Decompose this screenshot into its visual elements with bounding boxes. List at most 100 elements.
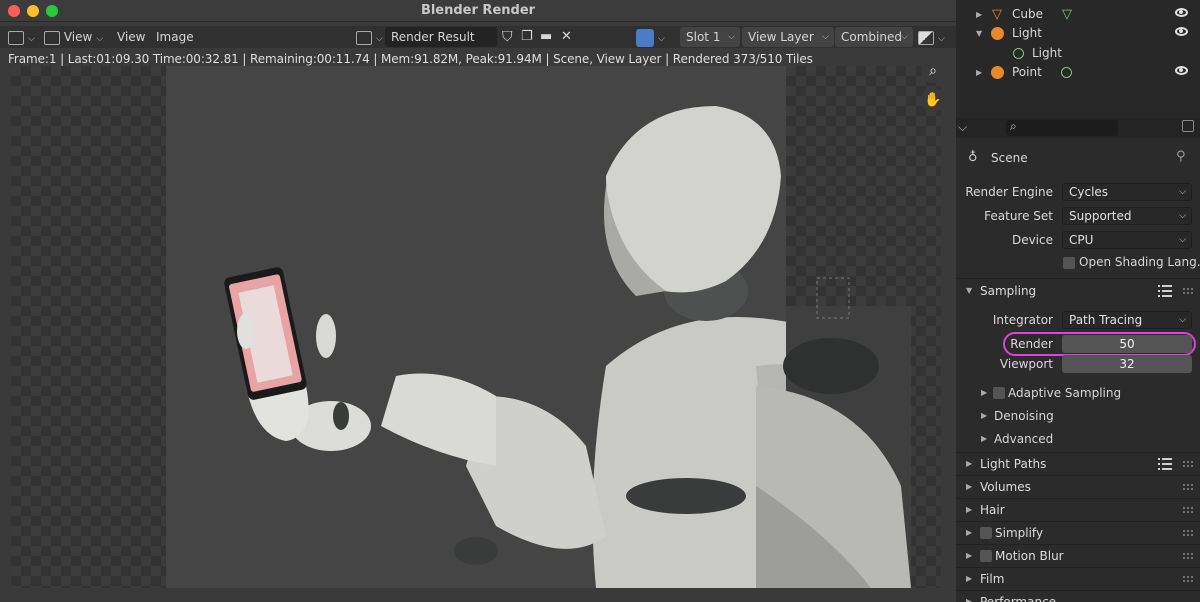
collapse-arrow-icon: ▼ (966, 286, 973, 295)
volumes-panel-header[interactable]: ▶ Volumes (956, 475, 1200, 497)
visibility-eye-icon[interactable] (1175, 27, 1188, 36)
title-bar: Blender Render (0, 0, 956, 22)
subpanel-title: Advanced (994, 432, 1054, 446)
duplicate-image-icon[interactable]: ❐ (521, 27, 533, 47)
feature-set-dropdown[interactable]: Supported ⌵ (1062, 207, 1192, 225)
pin-icon[interactable]: ⚲ (1176, 149, 1186, 164)
sampling-panel-header[interactable]: ▼ Sampling (956, 280, 1200, 302)
render-samples-field[interactable]: 50 (1062, 335, 1192, 353)
drag-handle-icon[interactable] (1182, 483, 1194, 491)
render-engine-label: Render Engine (965, 185, 1053, 199)
feature-set-label: Feature Set (984, 209, 1053, 223)
subpanel-title: Adaptive Sampling (1008, 386, 1122, 400)
performance-panel-header[interactable]: ▶ Performance (956, 590, 1200, 602)
properties-header: ⌵ ⌕ (956, 118, 1200, 138)
view-mode-icon (44, 31, 60, 45)
sampling-title: Sampling (980, 284, 1037, 298)
panel-title: Volumes (980, 480, 1031, 494)
viewport-samples-field[interactable]: 32 (1062, 355, 1192, 373)
visibility-eye-icon[interactable] (1175, 8, 1188, 17)
render-status-text: Frame:1 | Last:01:09.30 Time:00:32.81 | … (8, 52, 813, 66)
expand-arrow-icon: ▶ (981, 411, 988, 420)
visibility-eye-icon[interactable] (1175, 66, 1188, 75)
collapse-arrow-icon[interactable]: ▼ (976, 24, 982, 43)
drag-handle-icon[interactable] (1182, 287, 1194, 295)
expand-arrow-icon: ▶ (966, 597, 973, 602)
open-shading-language-checkbox[interactable] (1063, 257, 1075, 269)
panel-title: Performance (980, 595, 1057, 602)
render-display-icon (636, 28, 654, 47)
expand-arrow-icon[interactable]: ▶ (976, 63, 982, 82)
drag-handle-icon[interactable] (1182, 552, 1194, 560)
panel-title: Simplify (995, 526, 1044, 540)
outliner-item-label: Point (1012, 65, 1042, 79)
drag-handle-icon[interactable] (1182, 506, 1194, 514)
integrator-dropdown[interactable]: Path Tracing ⌵ (1062, 311, 1192, 329)
properties-search-input[interactable]: ⌕ (1006, 119, 1118, 136)
scene-icon: ♁ (968, 150, 978, 165)
slot-dropdown[interactable]: Slot 1 ⌵ (680, 27, 740, 47)
chevron-down-icon: ⌵ (28, 34, 35, 44)
image-name-field[interactable]: Render Result (385, 27, 497, 47)
fake-user-shield-icon[interactable]: ⛉ (502, 27, 513, 47)
simplify-panel-header[interactable]: ▶ Simplify (956, 521, 1200, 543)
outliner-item-label: Light (1012, 26, 1042, 40)
adaptive-sampling-checkbox[interactable] (993, 387, 1005, 399)
light-paths-panel-header[interactable]: ▶ Light Paths (956, 452, 1200, 474)
render-engine-dropdown[interactable]: Cycles ⌵ (1062, 183, 1192, 201)
outliner-item-cube[interactable]: ▶ ▽ Cube ▽ (956, 5, 1200, 24)
outliner-item-light[interactable]: ▼ Light (956, 24, 1200, 43)
light-icon (991, 27, 1004, 40)
adaptive-sampling-subpanel[interactable]: ▶ Adaptive Sampling (956, 382, 1200, 404)
outliner-item-light-data[interactable]: Light (956, 44, 1200, 63)
presets-list-icon[interactable] (1158, 285, 1172, 297)
slot-label: Slot 1 (686, 30, 721, 44)
browse-image-button[interactable]: ⌵ (356, 27, 383, 47)
motion-blur-panel-header[interactable]: ▶ Motion Blur (956, 544, 1200, 566)
close-image-icon[interactable]: ✕ (561, 27, 572, 47)
chevron-down-icon: ⌵ (901, 32, 908, 42)
drag-handle-icon[interactable] (1182, 460, 1194, 468)
render-samples-label: Render (1010, 337, 1053, 351)
options-icon[interactable] (1182, 120, 1194, 132)
open-image-folder-icon[interactable]: ▬ (540, 27, 552, 47)
chevron-down-icon: ⌵ (1179, 235, 1186, 245)
device-dropdown[interactable]: CPU ⌵ (1062, 231, 1192, 249)
film-panel-header[interactable]: ▶ Film (956, 567, 1200, 589)
view-mode-dropdown[interactable]: View ⌵ (44, 27, 103, 47)
robot-back-overlay (756, 277, 911, 588)
editor-type-dropdown[interactable]: ⌵ (8, 27, 35, 47)
pan-hand-icon[interactable]: ✋ (921, 88, 941, 112)
expand-arrow-icon: ▶ (966, 551, 973, 560)
expand-arrow-icon: ▶ (966, 505, 973, 514)
feature-set-value: Supported (1069, 209, 1132, 223)
hair-panel-header[interactable]: ▶ Hair (956, 498, 1200, 520)
display-channels-dropdown[interactable]: ⌵ (918, 27, 945, 47)
denoising-subpanel[interactable]: ▶ Denoising (956, 405, 1200, 427)
panel-title: Hair (980, 503, 1005, 517)
view-layer-dropdown[interactable]: View Layer ⌵ (742, 27, 834, 47)
motion-blur-checkbox[interactable] (980, 550, 992, 562)
simplify-checkbox[interactable] (980, 527, 992, 539)
editor-type-icon[interactable]: ⌵ (958, 120, 967, 135)
subpanel-title: Denoising (994, 409, 1054, 423)
chevron-down-icon: ⌵ (1179, 315, 1186, 325)
context-label: Scene (991, 151, 1028, 165)
menu-view[interactable]: View (117, 27, 145, 47)
panel-title: Film (980, 572, 1005, 586)
drag-handle-icon[interactable] (1182, 529, 1194, 537)
outliner-item-point[interactable]: ▶ Point (956, 63, 1200, 82)
outliner-panel: ▶ ▽ Cube ▽ ▼ Light Light ▶ Point (956, 0, 1200, 118)
light-data-icon (1061, 67, 1072, 78)
render-display-dropdown[interactable]: ⌵ (636, 27, 665, 47)
display-channels-icon (918, 31, 934, 45)
expand-arrow-icon[interactable]: ▶ (976, 5, 982, 24)
advanced-subpanel[interactable]: ▶ Advanced (956, 428, 1200, 450)
menu-image[interactable]: Image (156, 27, 194, 47)
image-viewport[interactable]: ⌕ ✋ (11, 66, 941, 588)
drag-handle-icon[interactable] (1182, 575, 1194, 583)
chevron-down-icon: ⌵ (822, 32, 829, 42)
outliner-item-label: Cube (1012, 7, 1043, 21)
render-pass-dropdown[interactable]: Combined ⌵ (835, 27, 913, 47)
presets-list-icon[interactable] (1158, 458, 1172, 470)
